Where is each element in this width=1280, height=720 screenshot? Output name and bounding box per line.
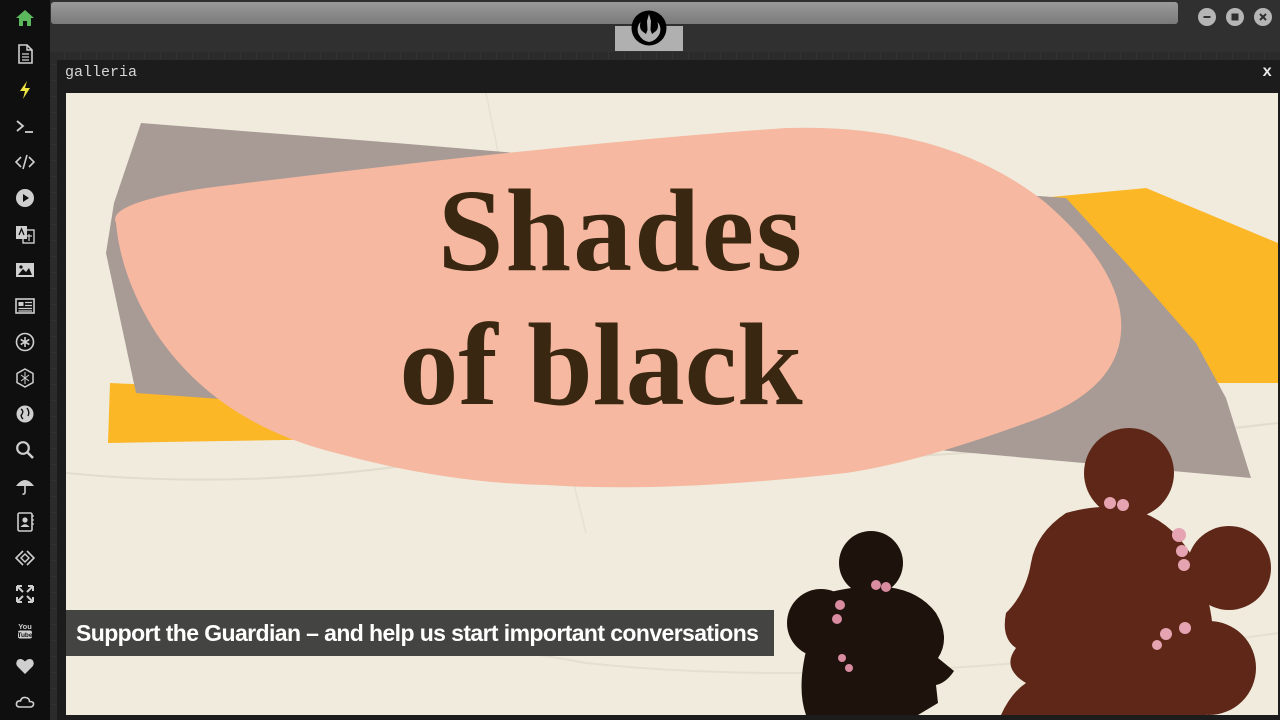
umbrella-icon[interactable] [0,468,50,504]
rebel-alliance-logo-icon [631,10,667,46]
maximize-button[interactable] [1226,8,1244,26]
headline-line-2: of black [399,299,803,430]
play-icon[interactable] [0,180,50,216]
window-title: galleria [65,64,138,81]
news-icon[interactable] [0,288,50,324]
contacts-icon[interactable] [0,504,50,540]
home-icon[interactable] [0,0,50,36]
terminal-icon[interactable] [0,108,50,144]
search-icon[interactable] [0,432,50,468]
hexagon-icon[interactable] [0,360,50,396]
globe-icon[interactable] [0,396,50,432]
translate-icon[interactable] [0,216,50,252]
image-icon[interactable] [0,252,50,288]
sidebar: You Tube [0,0,50,720]
cloud-icon[interactable] [0,684,50,720]
heart-icon[interactable] [0,648,50,684]
fullscreen-icon[interactable] [0,576,50,612]
svg-text:You: You [18,622,32,631]
headline-line-1: Shades [438,165,804,296]
close-window-button[interactable] [1254,8,1272,26]
youtube-icon[interactable]: You Tube [0,612,50,648]
lightning-icon[interactable] [0,72,50,108]
svg-text:Tube: Tube [17,632,32,639]
link-icon[interactable] [0,540,50,576]
asterisk-icon[interactable] [0,324,50,360]
minimize-button[interactable] [1198,8,1216,26]
image-caption: Support the Guardian – and help us start… [66,610,774,656]
close-icon[interactable]: x [1262,63,1272,81]
code-icon[interactable] [0,144,50,180]
address-bar[interactable] [51,2,1178,24]
document-icon[interactable] [0,36,50,72]
